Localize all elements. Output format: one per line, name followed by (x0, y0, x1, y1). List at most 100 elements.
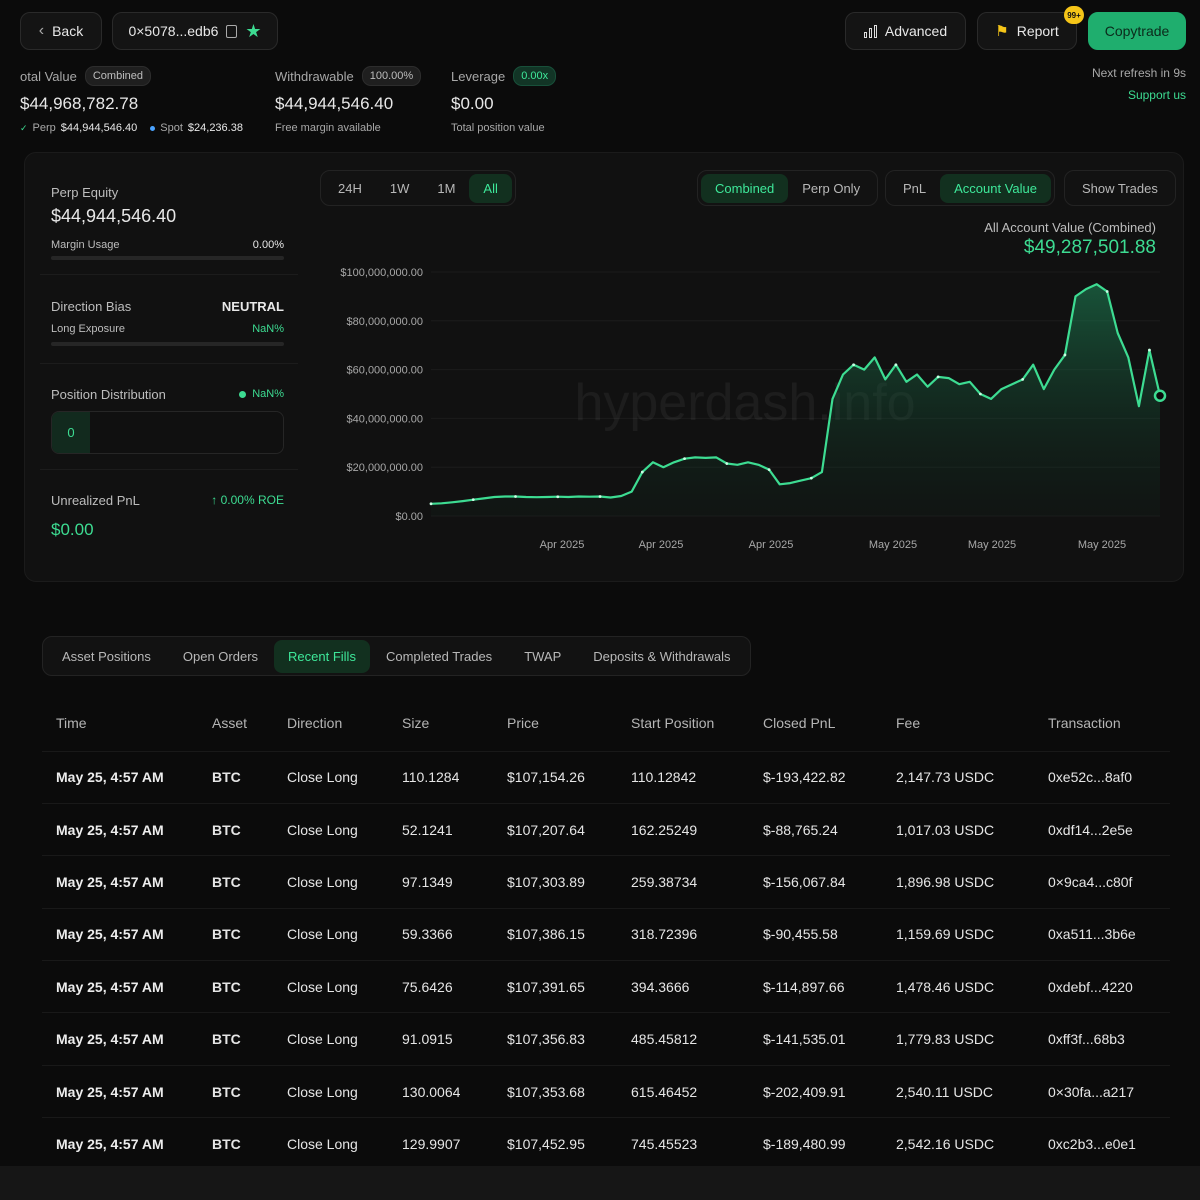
tab-recent-fills[interactable]: Recent Fills (274, 639, 370, 673)
range-all[interactable]: All (469, 173, 512, 203)
y-tick-label: $0.00 (395, 511, 423, 523)
table-row[interactable]: May 25, 4:57 AM BTC Close Long 59.3366 $107,… (42, 907, 1170, 961)
tab-asset-positions[interactable]: Asset Positions (46, 640, 167, 673)
col-transaction[interactable]: Transaction (1034, 695, 1170, 751)
cell-size: 97.1349 (388, 855, 493, 909)
chart-point (429, 502, 433, 506)
copytrade-button[interactable]: Copytrade (1088, 12, 1186, 50)
table-row[interactable]: May 25, 4:57 AM BTC Close Long 129.9907 $107… (42, 1117, 1170, 1171)
cell-fee: 1,896.98 USDC (882, 855, 1034, 909)
chart-point (852, 363, 856, 367)
metric-account-value[interactable]: Account Value (940, 173, 1052, 203)
chart-value-title: All Account Value (Combined) (984, 220, 1156, 235)
cell-direction: Close Long (273, 1064, 388, 1118)
x-tick-label: Apr 2025 (639, 539, 684, 551)
cell-asset: BTC (198, 960, 273, 1013)
cell-transaction[interactable]: 0xe52c...8af0 (1034, 750, 1170, 804)
cell-closed-pnl: $-88,765.24 (749, 802, 882, 856)
chart-current-point[interactable] (1153, 389, 1167, 402)
withdrawable-sub: Free margin available (275, 122, 381, 134)
chart-point (978, 392, 982, 396)
cell-asset: BTC (198, 855, 273, 909)
cell-transaction[interactable]: 0xdf14...2e5e (1034, 802, 1170, 856)
col-closed-pnl[interactable]: Closed PnL (749, 695, 882, 751)
check-icon: ✓ (20, 122, 28, 133)
range-1m[interactable]: 1M (423, 174, 469, 203)
table-row[interactable]: May 25, 4:57 AM BTC Close Long 75.6426 $107,… (42, 960, 1170, 1013)
cell-transaction[interactable]: 0×30fa...a217 (1034, 1064, 1170, 1118)
wallet-address: 0×5078...edb6 (128, 23, 219, 39)
col-price[interactable]: Price (493, 695, 617, 751)
tab-open-orders[interactable]: Open Orders (167, 640, 274, 673)
col-asset[interactable]: Asset (198, 695, 273, 751)
cell-asset: BTC (198, 750, 273, 804)
tab-completed-trades[interactable]: Completed Trades (370, 640, 508, 673)
y-tick-label: $20,000,000.00 (347, 462, 423, 474)
col-time[interactable]: Time (42, 695, 198, 751)
range-1w[interactable]: 1W (376, 174, 424, 203)
chart-point (1148, 348, 1151, 352)
cell-price: $107,303.89 (493, 855, 617, 909)
total-value-label: otal Value (20, 68, 77, 84)
cell-start-position: 485.45812 (617, 1012, 749, 1066)
refresh-label: Next refresh in 9s (1091, 66, 1186, 80)
bottom-strip (0, 1166, 1200, 1200)
upnl-roe-value: 0.00% ROE (220, 493, 284, 507)
cell-fee: 1,159.69 USDC (882, 907, 1034, 961)
address-chip[interactable]: 0×5078...edb6 ★ (112, 12, 278, 50)
mode-perp-only[interactable]: Perp Only (788, 174, 874, 203)
table-row[interactable]: May 25, 4:57 AM BTC Close Long 97.1349 $107,… (42, 855, 1170, 909)
position-count: 0 (52, 412, 90, 453)
report-button[interactable]: ⚑ Report (977, 12, 1077, 50)
col-direction[interactable]: Direction (273, 695, 388, 751)
range-24h[interactable]: 24H (324, 174, 376, 203)
back-label: Back (52, 23, 84, 39)
back-button[interactable]: ‹ Back (20, 12, 102, 50)
chart-point (1063, 353, 1067, 357)
copy-icon[interactable] (226, 24, 238, 38)
long-exposure-value: NaN% (252, 323, 284, 335)
col-start-position[interactable]: Start Position (617, 695, 749, 751)
advanced-button[interactable]: Advanced (845, 12, 966, 50)
tab-twap[interactable]: TWAP (508, 640, 577, 673)
tab-deposits-withdrawals[interactable]: Deposits & Withdrawals (577, 640, 746, 673)
cell-price: $107,207.64 (493, 802, 617, 856)
upnl-roe: ↑ 0.00% ROE (170, 493, 284, 507)
mode-combined[interactable]: Combined (701, 173, 789, 203)
perp-label: Perp (32, 122, 56, 134)
table-row[interactable]: May 25, 4:57 AM BTC Close Long 130.0064 $107… (42, 1064, 1170, 1118)
cell-transaction[interactable]: 0xa511...3b6e (1034, 907, 1170, 961)
leverage-value: $0.00 (451, 94, 494, 113)
cell-transaction[interactable]: 0xdebf...4220 (1034, 960, 1170, 1013)
cell-start-position: 110.12842 (617, 750, 749, 804)
cell-transaction[interactable]: 0xff3f...68b3 (1034, 1012, 1170, 1066)
col-fee[interactable]: Fee (882, 695, 1034, 751)
mode-selector: Combined Perp Only (697, 170, 879, 206)
cell-price: $107,391.65 (493, 960, 617, 1013)
x-tick-label: May 2025 (1078, 539, 1126, 551)
x-tick-label: Apr 2025 (749, 539, 794, 551)
show-trades-toggle[interactable]: Show Trades (1064, 170, 1176, 206)
position-distribution-value: NaN% (252, 388, 284, 400)
leverage-pill: 0.00x (513, 66, 557, 86)
table-row[interactable]: May 25, 4:57 AM BTC Close Long 52.1241 $107,… (42, 802, 1170, 856)
cell-asset: BTC (198, 1064, 273, 1118)
support-link[interactable]: Support us (1092, 88, 1186, 102)
cell-transaction[interactable]: 0xc2b3...e0e1 (1034, 1117, 1170, 1171)
table-row[interactable]: May 25, 4:57 AM BTC Close Long 91.0915 $107,… (42, 1012, 1170, 1066)
table-row[interactable]: May 25, 4:57 AM BTC Close Long 110.1284 $107… (42, 750, 1170, 804)
col-size[interactable]: Size (388, 695, 493, 751)
star-icon[interactable]: ★ (245, 22, 261, 40)
cell-direction: Close Long (273, 1012, 388, 1066)
cell-direction: Close Long (273, 750, 388, 804)
metric-pnl[interactable]: PnL (889, 174, 940, 203)
cell-closed-pnl: $-189,480.99 (749, 1117, 882, 1171)
cell-price: $107,154.26 (493, 750, 617, 804)
cell-time: May 25, 4:57 AM (42, 802, 198, 856)
account-value-chart: $100,000,000.00 $80,000,000.00 $60,000,000… (340, 267, 1167, 551)
cell-closed-pnl: $-202,409.91 (749, 1064, 882, 1118)
position-distribution-bar: 0 (51, 411, 284, 454)
direction-bias-value: NEUTRAL (221, 299, 284, 314)
cell-transaction[interactable]: 0×9ca4...c80f (1034, 855, 1170, 909)
chart-point (471, 498, 475, 502)
